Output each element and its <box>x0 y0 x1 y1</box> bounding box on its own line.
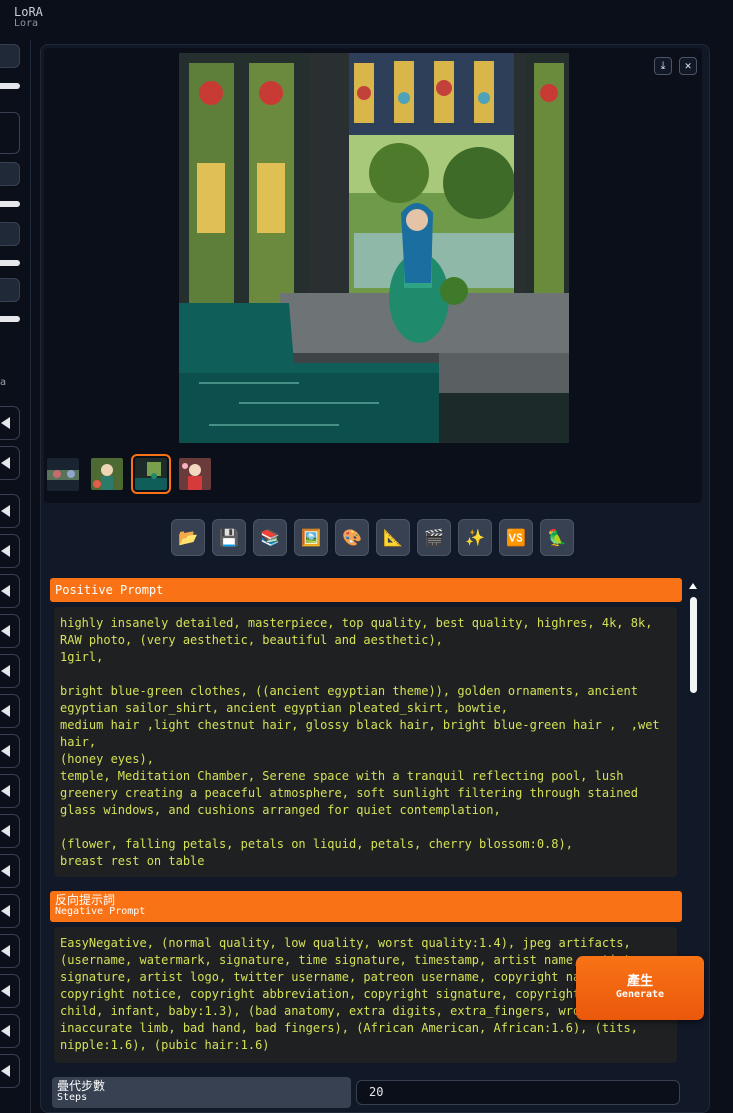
left-play-button-10[interactable] <box>0 774 20 808</box>
save-icon: 💾 <box>219 528 239 547</box>
left-play-button-5[interactable] <box>0 574 20 608</box>
gallery-thumbnail-1[interactable] <box>47 458 79 491</box>
left-field-3[interactable] <box>0 222 20 246</box>
prompt-scrollbar[interactable] <box>689 583 699 703</box>
folder-icon: 📂 <box>178 528 198 547</box>
positive-prompt-header: Positive Prompt <box>50 578 682 602</box>
left-play-button-7[interactable] <box>0 654 20 688</box>
vs-button[interactable]: 🆚 <box>499 519 533 556</box>
steps-label: 疊代步數 Steps <box>52 1077 351 1108</box>
left-field-2[interactable] <box>0 162 20 186</box>
save-button[interactable]: 💾 <box>212 519 246 556</box>
left-play-button-1[interactable] <box>0 406 20 440</box>
download-icon[interactable]: ⤓ <box>654 57 672 75</box>
parrot-icon: 🦜 <box>547 528 567 547</box>
left-field-1[interactable] <box>0 44 20 68</box>
negative-prompt-label-en: Negative Prompt <box>55 906 146 917</box>
left-play-button-9[interactable] <box>0 734 20 768</box>
parrot-button[interactable]: 🦜 <box>540 519 574 556</box>
lora-title: LoRA <box>14 5 43 19</box>
generate-label-cn: 產生 <box>626 974 653 989</box>
left-play-button-11[interactable] <box>0 814 20 848</box>
image-icon: 🖼️ <box>301 528 321 547</box>
sparkles-button[interactable]: ✨ <box>458 519 492 556</box>
left-play-button-17[interactable] <box>0 1054 20 1088</box>
clapper-button[interactable]: 🎬 <box>417 519 451 556</box>
gallery-thumbnail-2[interactable] <box>91 458 123 490</box>
close-icon[interactable]: ✕ <box>679 57 697 75</box>
left-play-button-15[interactable] <box>0 974 20 1008</box>
left-slider-1[interactable] <box>0 83 20 89</box>
zip-icon: 📚 <box>260 528 280 547</box>
left-slider-3[interactable] <box>0 260 20 266</box>
clapper-icon: 🎬 <box>424 528 444 547</box>
palette-icon: 🎨 <box>342 528 362 547</box>
generated-image[interactable] <box>179 53 569 443</box>
folder-button[interactable]: 📂 <box>171 519 205 556</box>
left-controls-column: a <box>0 40 26 1113</box>
left-play-button-6[interactable] <box>0 614 20 648</box>
left-partial-text: a <box>0 377 7 388</box>
left-play-button-3[interactable] <box>0 494 20 528</box>
steps-label-en: Steps <box>57 1092 88 1103</box>
positive-prompt-text[interactable]: highly insanely detailed, masterpiece, t… <box>54 607 677 877</box>
triangle-ruler-icon: 📐 <box>383 528 403 547</box>
left-slider-4[interactable] <box>0 316 20 322</box>
sparkles-icon: ✨ <box>465 528 485 547</box>
steps-input[interactable]: 20 <box>356 1080 680 1105</box>
lora-header: LoRA Lora <box>14 6 43 29</box>
gallery-thumbnail-3-selected[interactable] <box>131 454 171 494</box>
palette-button[interactable]: 🎨 <box>335 519 369 556</box>
negative-prompt-header: 反向提示詞 Negative Prompt <box>50 891 682 922</box>
lora-subtitle: Lora <box>14 18 39 29</box>
left-play-button-12[interactable] <box>0 854 20 888</box>
left-play-button-16[interactable] <box>0 1014 20 1048</box>
zip-button[interactable]: 📚 <box>253 519 287 556</box>
scroll-thumb[interactable] <box>690 597 697 693</box>
steps-label-cn: 疊代步數 <box>57 1079 106 1093</box>
column-divider <box>30 40 31 1113</box>
left-play-button-2[interactable] <box>0 446 20 480</box>
scroll-up-icon[interactable] <box>689 583 697 589</box>
generate-label-en: Generate <box>615 989 665 1000</box>
left-field-4[interactable] <box>0 278 20 302</box>
left-play-button-14[interactable] <box>0 934 20 968</box>
generate-button[interactable]: 產生 Generate <box>576 956 704 1020</box>
vs-icon: 🆚 <box>506 528 526 547</box>
left-play-button-4[interactable] <box>0 534 20 568</box>
image-button[interactable]: 🖼️ <box>294 519 328 556</box>
left-slider-2[interactable] <box>0 201 20 207</box>
negative-prompt-label-cn: 反向提示詞 <box>55 893 116 907</box>
left-play-button-8[interactable] <box>0 694 20 728</box>
triangle-ruler-button[interactable]: 📐 <box>376 519 410 556</box>
gallery-thumbnail-4[interactable] <box>179 458 211 490</box>
left-play-button-13[interactable] <box>0 894 20 928</box>
left-dropdown[interactable] <box>0 112 20 154</box>
